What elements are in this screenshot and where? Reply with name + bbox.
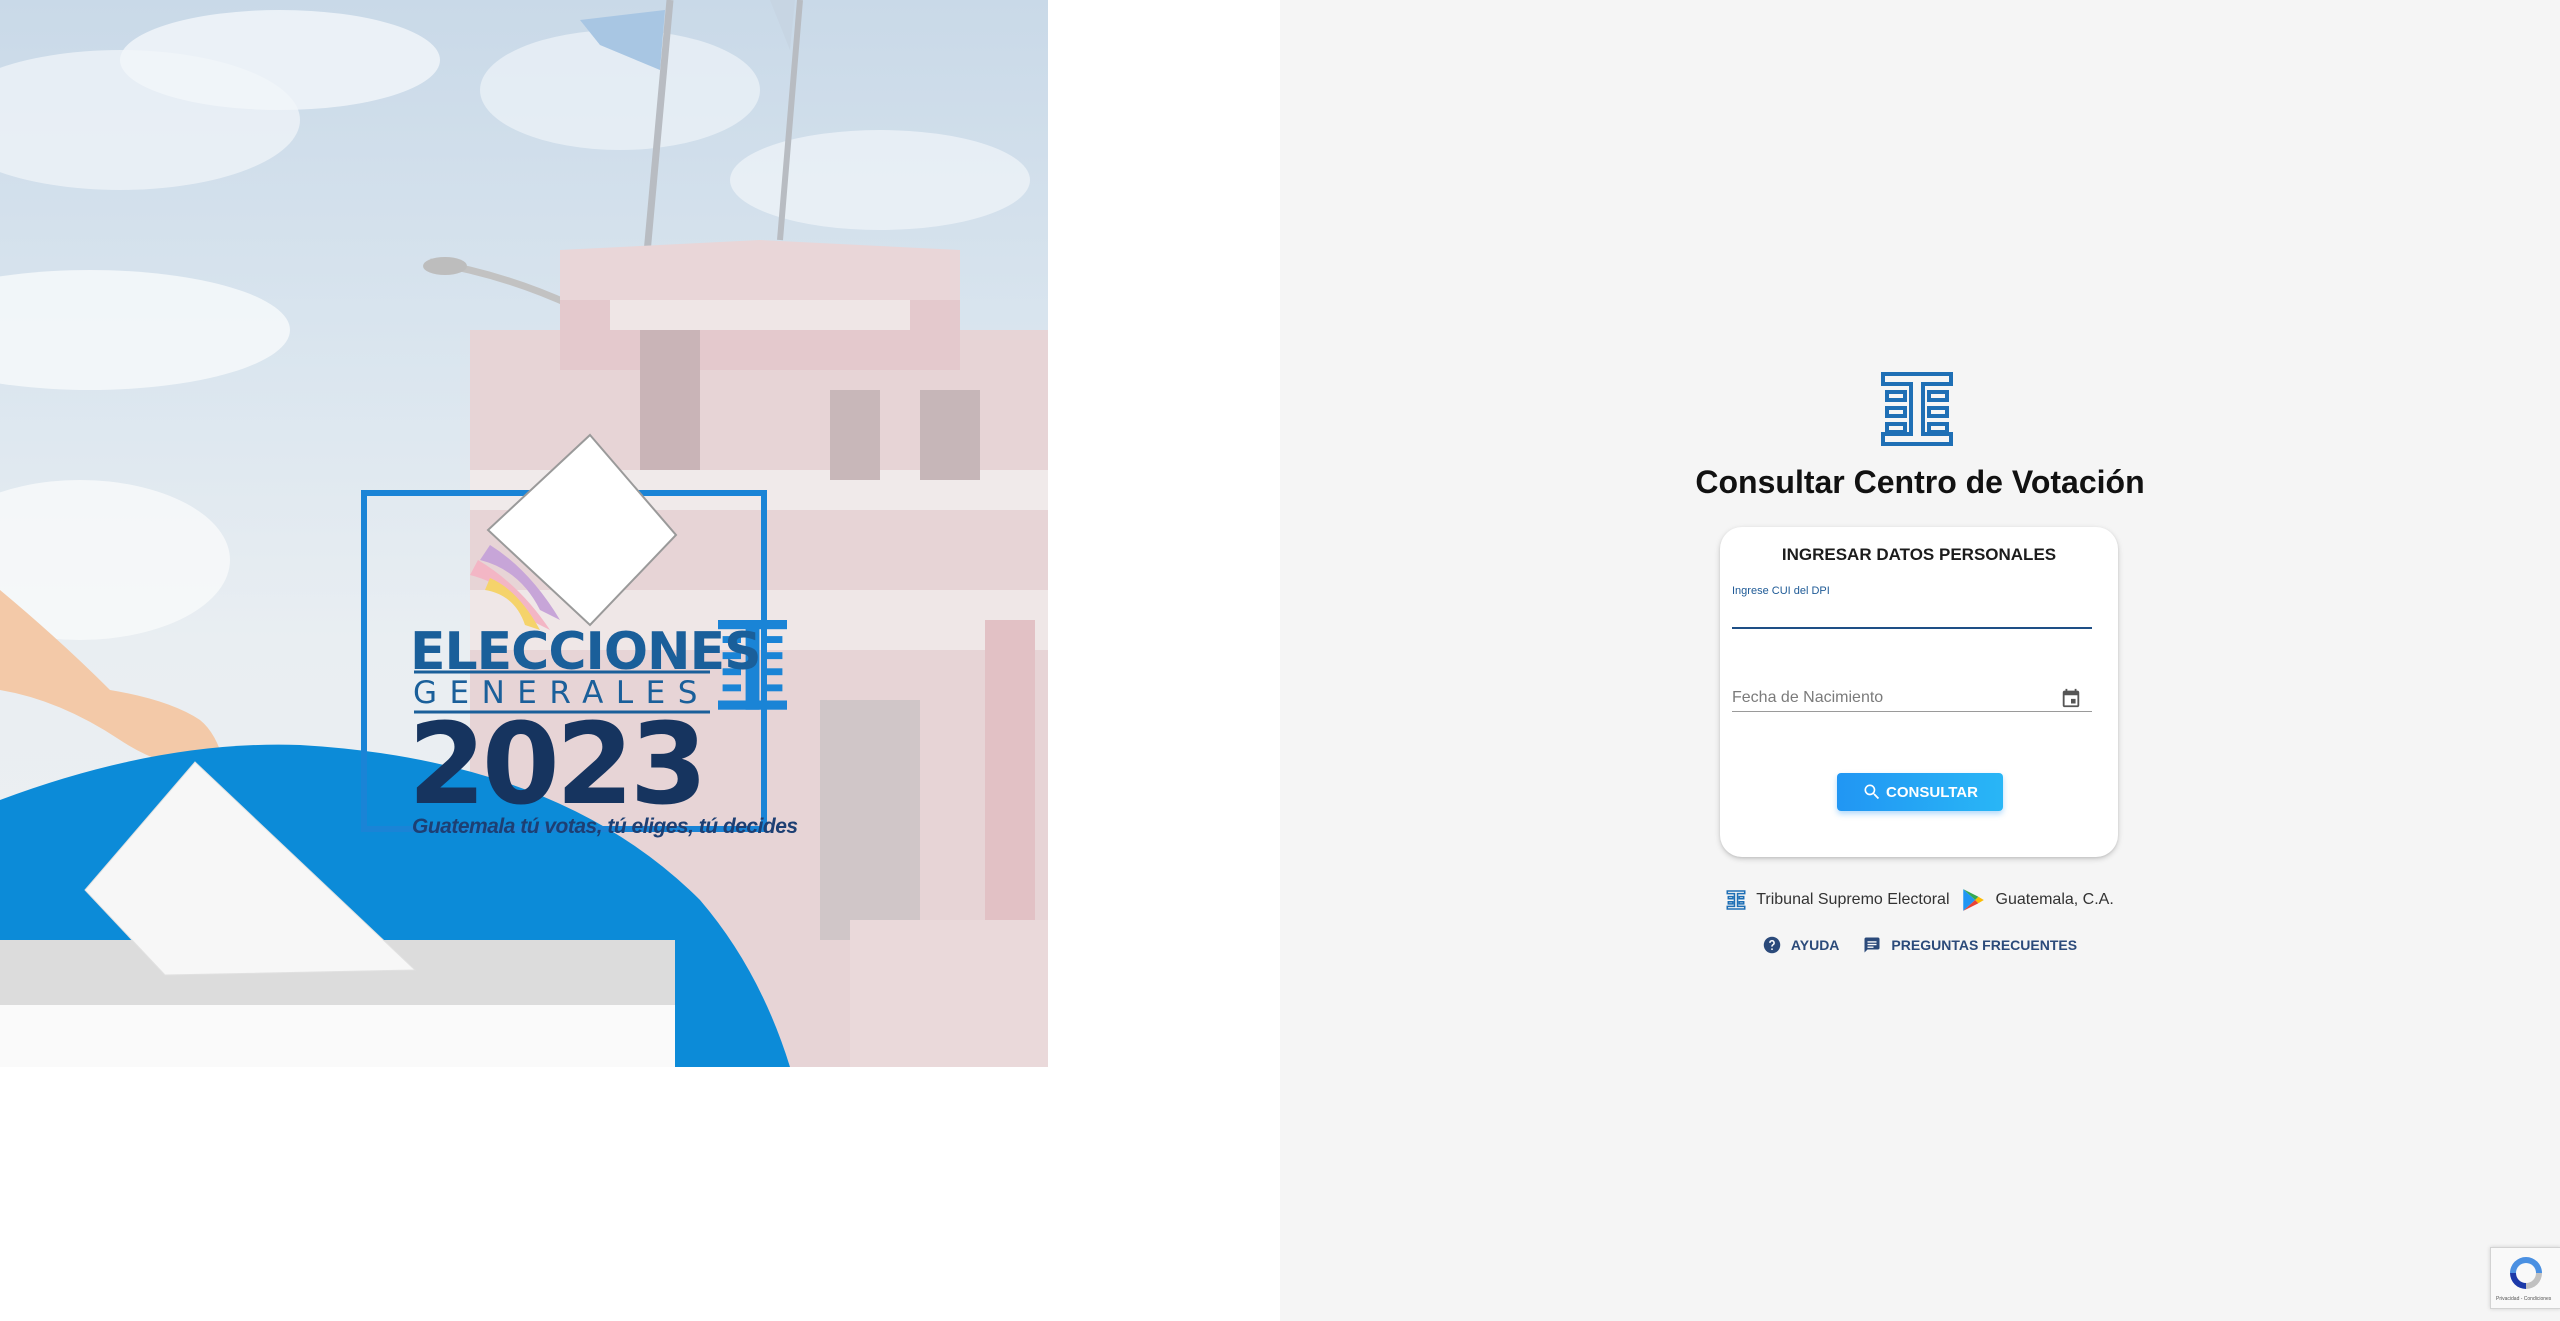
recaptcha-text[interactable]: Privacidad - Condiciones: [2496, 1296, 2551, 1302]
search-icon: [1864, 784, 1880, 800]
faq-link[interactable]: PREGUNTAS FRECUENTES: [1863, 936, 2077, 954]
hero-wordmark-elecciones: ELECCIONES: [410, 622, 762, 682]
login-panel: Consultar Centro de Votación INGRESAR DA…: [1280, 0, 2560, 1321]
location-text: Guatemala, C.A.: [1995, 891, 2114, 908]
hero-year: 2023: [408, 700, 708, 830]
recaptcha-badge[interactable]: Privacidad - Condiciones: [2490, 1247, 2560, 1309]
hero-illustration: [0, 0, 1048, 1067]
help-links: AYUDA PREGUNTAS FRECUENTES: [1280, 932, 2560, 958]
recaptcha-icon: [2510, 1257, 2542, 1289]
google-play-icon[interactable]: [1960, 887, 1986, 913]
consultar-button[interactable]: CONSULTAR: [1837, 773, 2003, 811]
tse-logo-icon: [1881, 372, 1953, 446]
tse-small-logo-icon: [1726, 890, 1746, 910]
consult-form-card: INGRESAR DATOS PERSONALES Ingrese CUI de…: [1720, 527, 2118, 857]
help-link-label: AYUDA: [1790, 937, 1840, 953]
help-circle-icon: [1763, 936, 1781, 954]
cui-input[interactable]: [1732, 601, 2092, 629]
footer-info: Tribunal Supremo Electoral Guatemala, C.…: [1280, 886, 2560, 914]
birthdate-input[interactable]: [1732, 685, 2092, 712]
page-title: Consultar Centro de Votación: [1695, 464, 2145, 500]
chat-bubble-icon: [1864, 937, 1880, 953]
consultar-button-label: CONSULTAR: [1886, 783, 1978, 801]
cui-field-label: Ingrese CUI del DPI: [1732, 585, 1830, 597]
help-link[interactable]: AYUDA: [1763, 936, 1840, 954]
calendar-icon[interactable]: [2060, 687, 2082, 709]
hero-banner: ELECCIONES GENERALES 2023 Guatemala tú v…: [0, 0, 1048, 1067]
form-heading: INGRESAR DATOS PERSONALES: [1781, 545, 2057, 564]
organization-name: Tribunal Supremo Electoral: [1756, 891, 1950, 908]
faq-link-label: PREGUNTAS FRECUENTES: [1891, 937, 2078, 953]
hero-motto: Guatemala tú votas, tú eliges, tú decide…: [412, 815, 798, 838]
